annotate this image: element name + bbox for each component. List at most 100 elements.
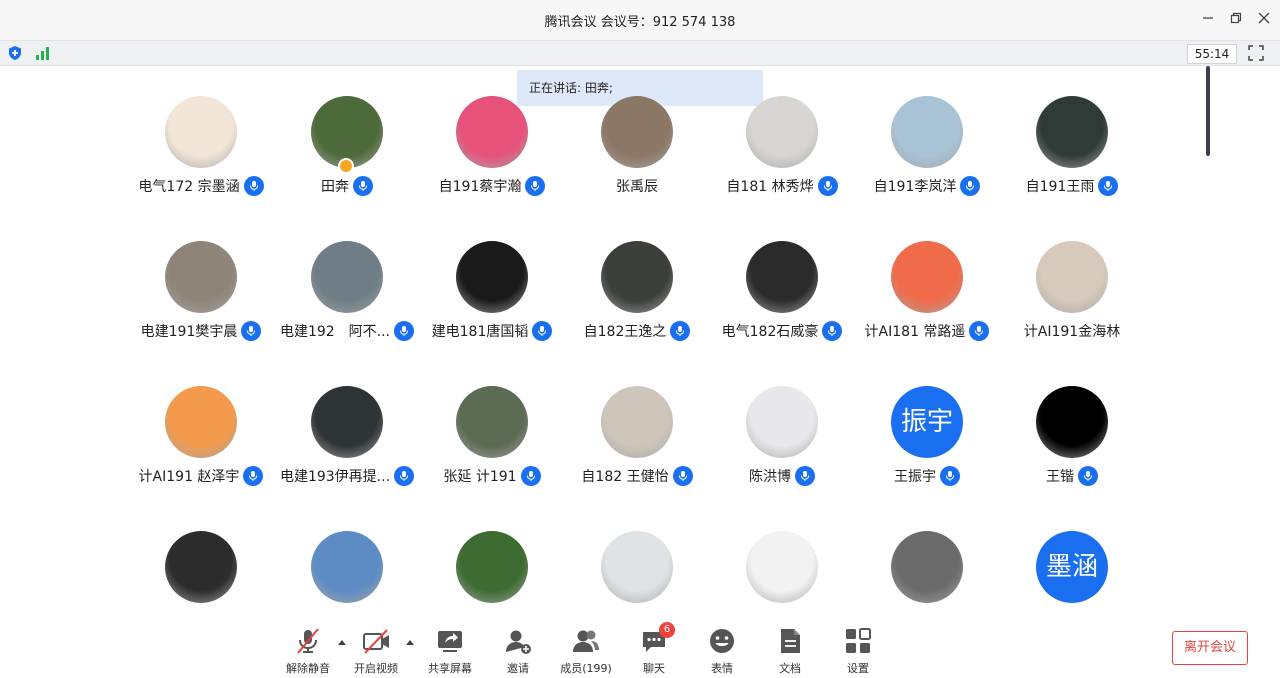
mic-icon bbox=[532, 321, 553, 341]
restore-icon bbox=[1230, 12, 1242, 24]
share-screen-button[interactable]: 共享屏幕 bbox=[417, 626, 483, 678]
participant-name-line: 自191王雨 bbox=[989, 176, 1155, 196]
scrollbar[interactable] bbox=[1206, 66, 1210, 156]
participant-name-line: 计AI191金海林 bbox=[989, 321, 1155, 341]
chat-unread-badge: 6 bbox=[659, 622, 675, 638]
participant-tile[interactable]: 电建193伊再提... bbox=[274, 386, 420, 526]
participant-tile[interactable]: 计AI191 赵泽宇 bbox=[128, 386, 274, 526]
invite-button[interactable]: 邀请 bbox=[485, 626, 551, 678]
participant-name: 自182 王健怡 bbox=[581, 469, 669, 485]
avatar bbox=[1036, 96, 1108, 168]
participant-name: 自191李岚洋 bbox=[873, 179, 957, 195]
avatar bbox=[746, 96, 818, 168]
participant-name: 陈洪博 bbox=[749, 469, 791, 485]
title-bar: 腾讯会议 会议号：912 574 138 bbox=[0, 0, 1280, 40]
participant-name-line: 自182 王健怡 bbox=[554, 466, 720, 486]
caret-up-icon bbox=[406, 640, 414, 645]
fullscreen-icon[interactable] bbox=[1248, 45, 1264, 61]
mic-icon bbox=[960, 176, 981, 196]
chat-label: 聊天 bbox=[643, 662, 665, 675]
bottom-control-bar: 解除静音 开启视频 共享屏幕 邀请 成员(199) 6 聊天 表情 文档 设置 … bbox=[0, 618, 1280, 678]
participant-tile[interactable]: 张延 计191 bbox=[419, 386, 565, 526]
participant-tile[interactable]: 电建191樊宇晨 bbox=[128, 241, 274, 381]
close-icon bbox=[1258, 12, 1270, 24]
mic-muted-icon bbox=[297, 628, 319, 654]
chat-button[interactable]: 6 聊天 bbox=[621, 622, 687, 678]
mic-icon bbox=[1078, 466, 1098, 486]
mic-icon bbox=[969, 321, 990, 341]
members-button[interactable]: 成员(199) bbox=[553, 626, 619, 678]
avatar: 墨涵 bbox=[1036, 531, 1108, 603]
participant-tile[interactable]: 王锴 bbox=[999, 386, 1145, 526]
settings-label: 设置 bbox=[847, 662, 869, 675]
participant-name: 田奔 bbox=[321, 179, 349, 195]
participant-name: 张禹辰 bbox=[616, 179, 658, 195]
participant-tile[interactable]: 自191王雨 bbox=[999, 96, 1145, 236]
members-icon bbox=[573, 630, 599, 652]
restore-button[interactable] bbox=[1226, 10, 1246, 30]
avatar bbox=[165, 96, 237, 168]
participant-tile[interactable]: 自191蔡宇瀚 bbox=[419, 96, 565, 236]
participant-name-line: 自181 林秀烨 bbox=[699, 176, 865, 196]
participant-tile[interactable]: 田奔 bbox=[274, 96, 420, 236]
avatar bbox=[746, 386, 818, 458]
mic-icon bbox=[353, 176, 373, 196]
avatar bbox=[456, 386, 528, 458]
participant-tile[interactable]: 自182 王健怡 bbox=[564, 386, 710, 526]
mic-icon bbox=[795, 466, 815, 486]
meeting-toolbar: 55:14 bbox=[0, 40, 1280, 66]
mic-icon bbox=[672, 466, 693, 486]
minimize-button[interactable] bbox=[1198, 10, 1218, 30]
participant-name-line: 王振宇 bbox=[844, 466, 1010, 486]
settings-grid-icon bbox=[846, 628, 871, 653]
settings-button[interactable]: 设置 bbox=[825, 626, 891, 678]
avatar bbox=[165, 241, 237, 313]
unmute-button[interactable]: 解除静音 bbox=[275, 626, 341, 678]
participant-tile[interactable]: 电建192 阿不... bbox=[274, 241, 420, 381]
participant-tile[interactable]: 自181 林秀烨 bbox=[709, 96, 855, 236]
participant-name: 自191王雨 bbox=[1025, 179, 1095, 195]
emoji-icon bbox=[710, 629, 734, 653]
leave-meeting-button[interactable]: 离开会议 bbox=[1172, 631, 1248, 665]
avatar bbox=[165, 531, 237, 603]
participant-tile[interactable]: 建电181唐国韬 bbox=[419, 241, 565, 381]
video-options-caret[interactable] bbox=[405, 638, 415, 648]
participant-name-line: 计AI191 赵泽宇 bbox=[118, 466, 284, 486]
share-screen-icon bbox=[438, 631, 462, 652]
participant-tile[interactable]: 张禹辰 bbox=[564, 96, 710, 236]
participant-tile[interactable]: 电气182石威豪 bbox=[709, 241, 855, 381]
avatar bbox=[601, 386, 673, 458]
participant-name: 自182王逸之 bbox=[583, 324, 667, 340]
participant-name: 自181 林秀烨 bbox=[726, 179, 814, 195]
avatar bbox=[1036, 241, 1108, 313]
emoji-button[interactable]: 表情 bbox=[689, 626, 755, 678]
close-button[interactable] bbox=[1254, 10, 1274, 30]
signal-icon[interactable] bbox=[35, 46, 51, 60]
participant-tile[interactable]: 振宇 王振宇 bbox=[854, 386, 1000, 526]
participant-name: 张延 计191 bbox=[443, 469, 517, 485]
start-video-button[interactable]: 开启视频 bbox=[343, 626, 409, 678]
participant-tile[interactable]: 电气172 宗墨涵 bbox=[128, 96, 274, 236]
avatar: 振宇 bbox=[891, 386, 963, 458]
avatar bbox=[891, 96, 963, 168]
participant-tile[interactable]: 陈洪博 bbox=[709, 386, 855, 526]
participant-name: 电建192 阿不... bbox=[279, 324, 391, 340]
participant-tile[interactable]: 计AI181 常路遥 bbox=[854, 241, 1000, 381]
participant-name-line: 电建192 阿不... bbox=[264, 321, 430, 341]
participant-name: 建电181唐国韬 bbox=[431, 324, 529, 340]
docs-button[interactable]: 文档 bbox=[757, 626, 823, 678]
participant-tile[interactable]: 自182王逸之 bbox=[564, 241, 710, 381]
participant-name: 计AI191 赵泽宇 bbox=[138, 469, 240, 485]
participant-tile[interactable]: 自191李岚洋 bbox=[854, 96, 1000, 236]
participant-name-line: 自182王逸之 bbox=[554, 321, 720, 341]
participant-tile[interactable]: 计AI191金海林 bbox=[999, 241, 1145, 381]
participant-name-line: 张延 计191 bbox=[409, 466, 575, 486]
mic-icon bbox=[1098, 176, 1119, 196]
participant-name: 王锴 bbox=[1046, 469, 1074, 485]
document-icon bbox=[781, 629, 800, 653]
start-video-label: 开启视频 bbox=[354, 662, 398, 675]
shield-icon[interactable] bbox=[7, 45, 23, 61]
mic-icon bbox=[241, 321, 262, 341]
participant-name: 电建193伊再提... bbox=[279, 469, 391, 485]
video-off-icon bbox=[363, 629, 389, 654]
